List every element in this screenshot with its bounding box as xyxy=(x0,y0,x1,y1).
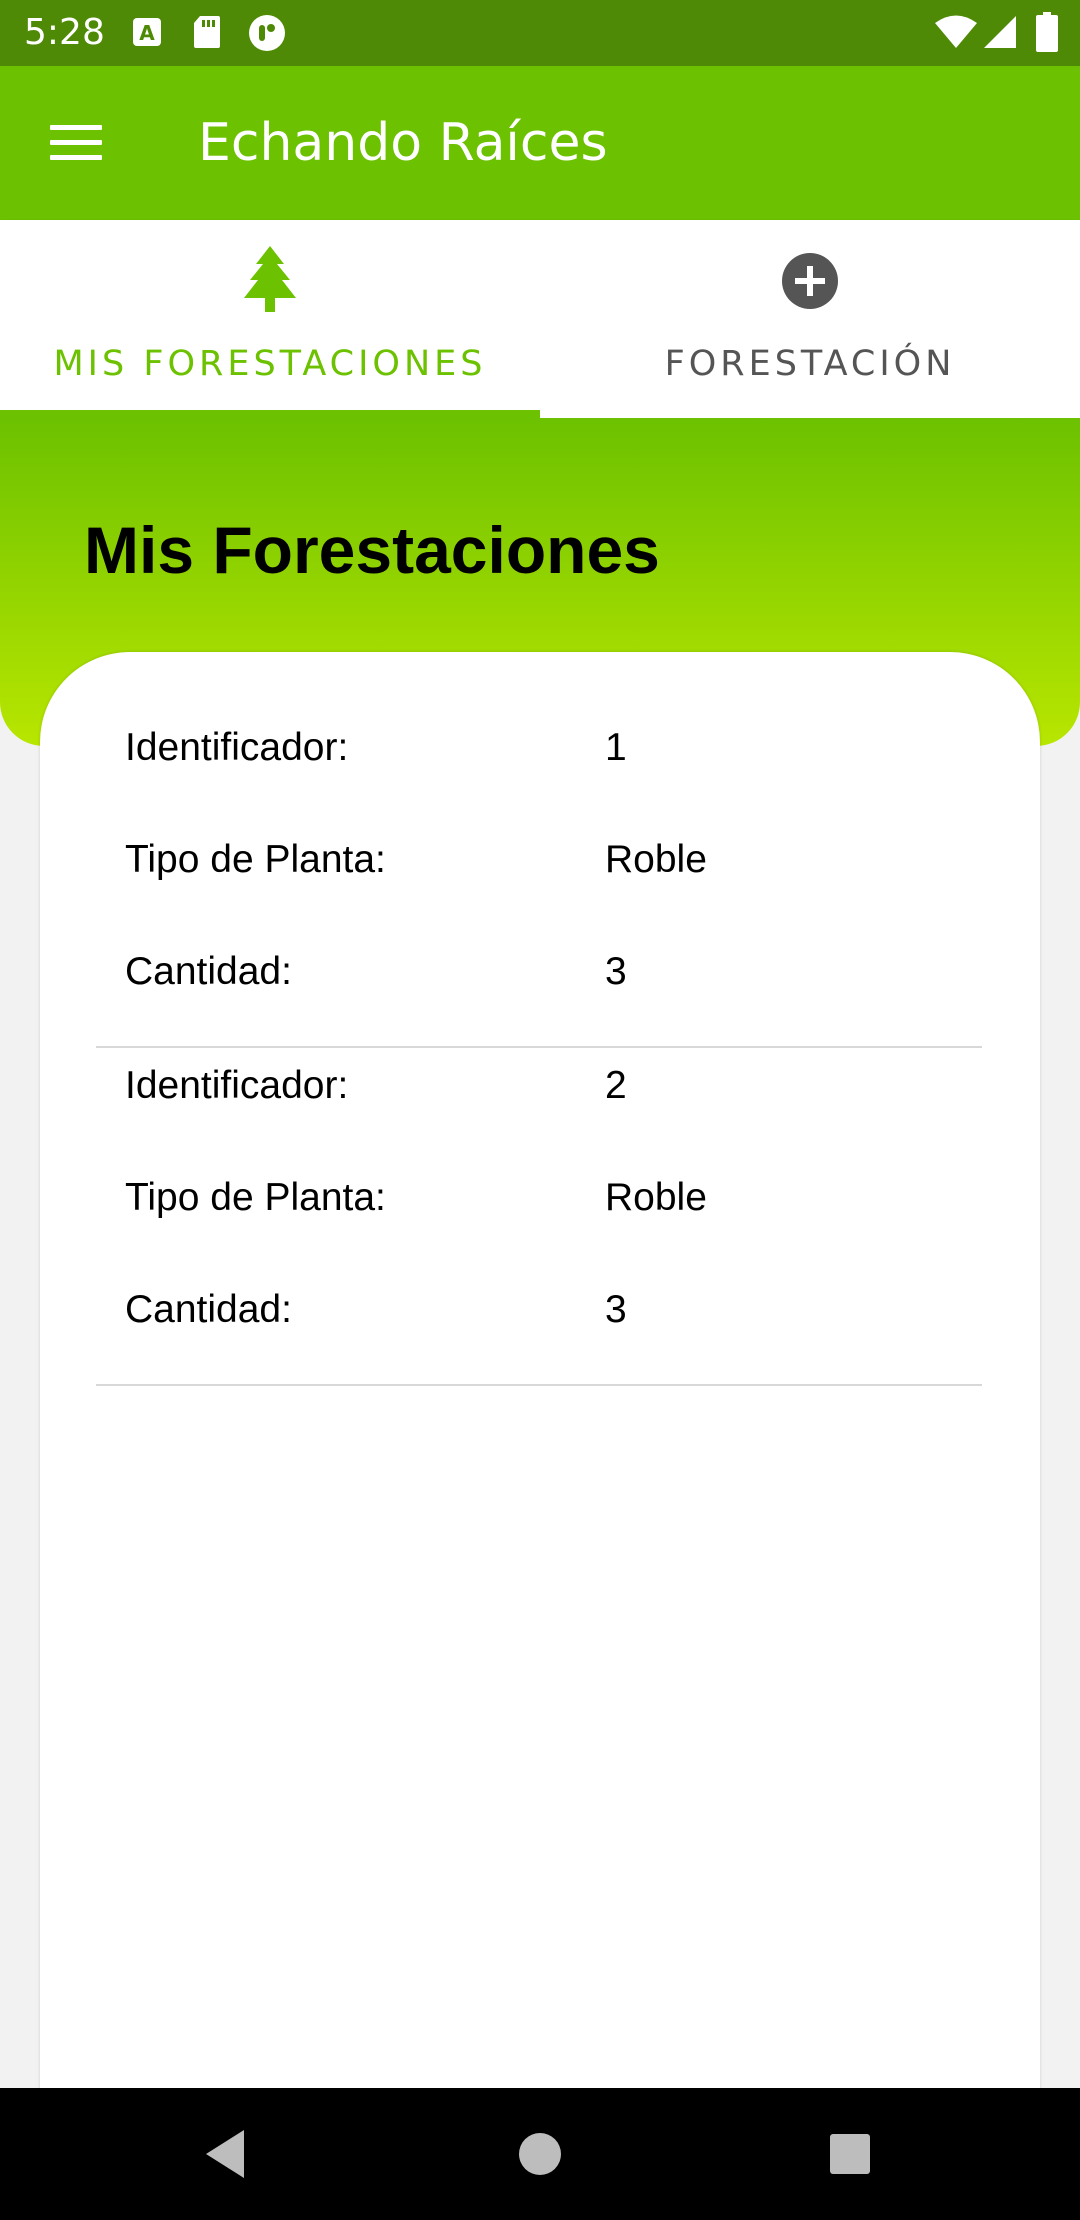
tab-bar: MIS FORESTACIONES FORESTACIÓN xyxy=(0,220,1080,418)
status-bar: 5:28 A xyxy=(0,0,1080,66)
app-notification-icon xyxy=(248,14,286,57)
font-a-icon: A xyxy=(132,14,162,55)
plant-type-value: Roble xyxy=(605,1176,707,1219)
quantity-label: Cantidad: xyxy=(125,1288,292,1331)
list-item[interactable]: Identificador: 1 Tipo de Planta: Roble C… xyxy=(96,710,982,1048)
quantity-value: 3 xyxy=(605,1288,627,1331)
back-button[interactable] xyxy=(186,2114,266,2194)
quantity-label: Cantidad: xyxy=(125,950,292,993)
tab-label: MIS FORESTACIONES xyxy=(53,344,487,384)
recents-icon xyxy=(830,2134,870,2174)
quantity-value: 3 xyxy=(605,950,627,993)
plant-type-label: Tipo de Planta: xyxy=(125,838,386,881)
list-item[interactable]: Identificador: 2 Tipo de Planta: Roble C… xyxy=(96,1048,982,1386)
tree-icon xyxy=(240,246,300,312)
status-time: 5:28 xyxy=(24,12,105,53)
identifier-row: Identificador: 1 xyxy=(96,718,982,778)
sd-card-icon xyxy=(192,14,222,55)
plant-type-row: Tipo de Planta: Roble xyxy=(96,830,982,890)
page-title: Mis Forestaciones xyxy=(84,513,660,587)
plant-type-row: Tipo de Planta: Roble xyxy=(96,1168,982,1228)
tab-label: FORESTACIÓN xyxy=(664,344,956,384)
svg-text:A: A xyxy=(139,21,155,45)
tab-forestacion[interactable]: FORESTACIÓN xyxy=(540,220,1080,418)
home-button[interactable] xyxy=(500,2114,580,2194)
cell-signal-icon xyxy=(984,14,1018,55)
identifier-label: Identificador: xyxy=(125,726,349,769)
divider xyxy=(96,1384,982,1386)
menu-button[interactable] xyxy=(30,103,110,183)
identifier-row: Identificador: 2 xyxy=(96,1056,982,1116)
app-title: Echando Raíces xyxy=(198,113,608,173)
home-icon xyxy=(519,2133,561,2175)
quantity-row: Cantidad: 3 xyxy=(96,942,982,1002)
tab-mis-forestaciones[interactable]: MIS FORESTACIONES xyxy=(0,220,540,418)
add-circle-icon xyxy=(780,246,840,312)
app-bar: Echando Raíces xyxy=(0,66,1080,220)
recents-button[interactable] xyxy=(810,2114,890,2194)
plant-type-value: Roble xyxy=(605,838,707,881)
navigation-bar xyxy=(0,2088,1080,2220)
back-icon xyxy=(206,2130,244,2178)
quantity-row: Cantidad: 3 xyxy=(96,1280,982,1340)
identifier-value: 2 xyxy=(605,1064,627,1107)
forestations-card: Identificador: 1 Tipo de Planta: Roble C… xyxy=(40,652,1040,2092)
battery-icon xyxy=(1036,12,1058,57)
plant-type-label: Tipo de Planta: xyxy=(125,1176,386,1219)
tab-indicator xyxy=(0,410,540,418)
wifi-icon xyxy=(934,14,978,55)
identifier-value: 1 xyxy=(605,726,627,769)
identifier-label: Identificador: xyxy=(125,1064,349,1107)
